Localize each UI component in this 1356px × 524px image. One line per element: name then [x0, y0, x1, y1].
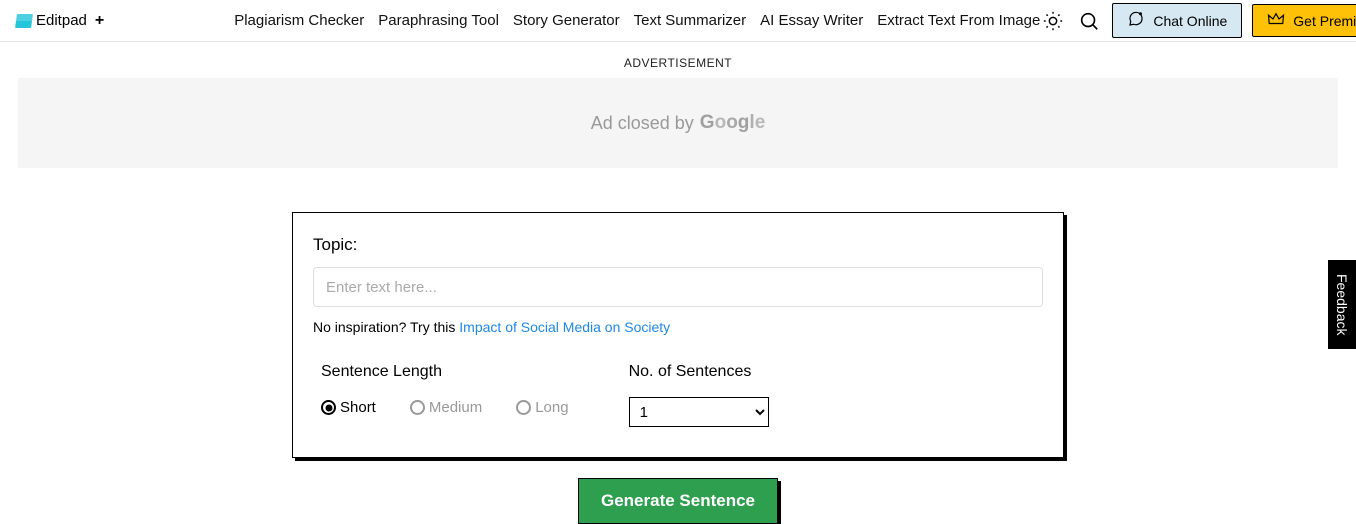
radio-long[interactable]: Long	[516, 399, 568, 416]
brand-plus: +	[95, 12, 104, 30]
premium-label: Get Premium	[1293, 13, 1356, 29]
radio-icon	[321, 400, 336, 415]
chat-label: Chat Online	[1153, 13, 1227, 29]
crown-icon	[1267, 11, 1285, 30]
ad-section: ADVERTISEMENT Ad closed by Google	[0, 42, 1356, 174]
radio-medium[interactable]: Medium	[410, 399, 482, 416]
sentence-length-group: Sentence Length Short Medium Long	[321, 363, 569, 427]
radio-short-label: Short	[340, 399, 376, 416]
num-sentences-label: No. of Sentences	[629, 363, 769, 381]
search-icon[interactable]	[1076, 8, 1102, 34]
radio-short[interactable]: Short	[321, 399, 376, 416]
header-bar: Editpad + Plagiarism Checker Paraphrasin…	[0, 0, 1356, 42]
num-sentences-select[interactable]: 1	[629, 397, 769, 427]
brand-notebook-icon	[15, 14, 33, 28]
radio-long-label: Long	[535, 399, 568, 416]
chat-icon	[1127, 10, 1145, 31]
generator-card: Topic: No inspiration? Try this Impact o…	[292, 212, 1064, 458]
ad-label: ADVERTISEMENT	[0, 56, 1356, 70]
feedback-tab[interactable]: Feedback	[1328, 260, 1356, 349]
nav-extract[interactable]: Extract Text From Image	[877, 12, 1040, 29]
radio-medium-label: Medium	[429, 399, 482, 416]
ad-closed-text: Ad closed by	[591, 113, 694, 134]
num-sentences-group: No. of Sentences 1	[629, 363, 769, 427]
inspiration-text: No inspiration? Try this	[313, 319, 459, 335]
radio-icon	[516, 400, 531, 415]
main-nav: Plagiarism Checker Paraphrasing Tool Sto…	[234, 12, 1040, 29]
chat-online-button[interactable]: Chat Online	[1112, 3, 1242, 38]
header-right: Chat Online Get Premium Login	[1040, 3, 1356, 38]
nav-essay[interactable]: AI Essay Writer	[760, 12, 863, 29]
radio-icon	[410, 400, 425, 415]
nav-summarizer[interactable]: Text Summarizer	[634, 12, 747, 29]
ad-banner: Ad closed by Google	[18, 78, 1338, 168]
nav-plagiarism[interactable]: Plagiarism Checker	[234, 12, 364, 29]
nav-paraphrase[interactable]: Paraphrasing Tool	[378, 12, 499, 29]
nav-story[interactable]: Story Generator	[513, 12, 620, 29]
sentence-length-label: Sentence Length	[321, 363, 569, 381]
inspiration-row: No inspiration? Try this Impact of Socia…	[313, 319, 1043, 335]
brand[interactable]: Editpad +	[16, 12, 104, 30]
topic-input[interactable]	[313, 267, 1043, 307]
inspiration-link[interactable]: Impact of Social Media on Society	[459, 319, 670, 335]
google-logo: Google	[700, 112, 765, 134]
get-premium-button[interactable]: Get Premium	[1252, 4, 1356, 37]
brand-name: Editpad	[36, 12, 87, 29]
topic-label: Topic:	[313, 235, 1043, 255]
generate-sentence-button[interactable]: Generate Sentence	[578, 478, 778, 524]
theme-toggle-icon[interactable]	[1040, 8, 1066, 34]
